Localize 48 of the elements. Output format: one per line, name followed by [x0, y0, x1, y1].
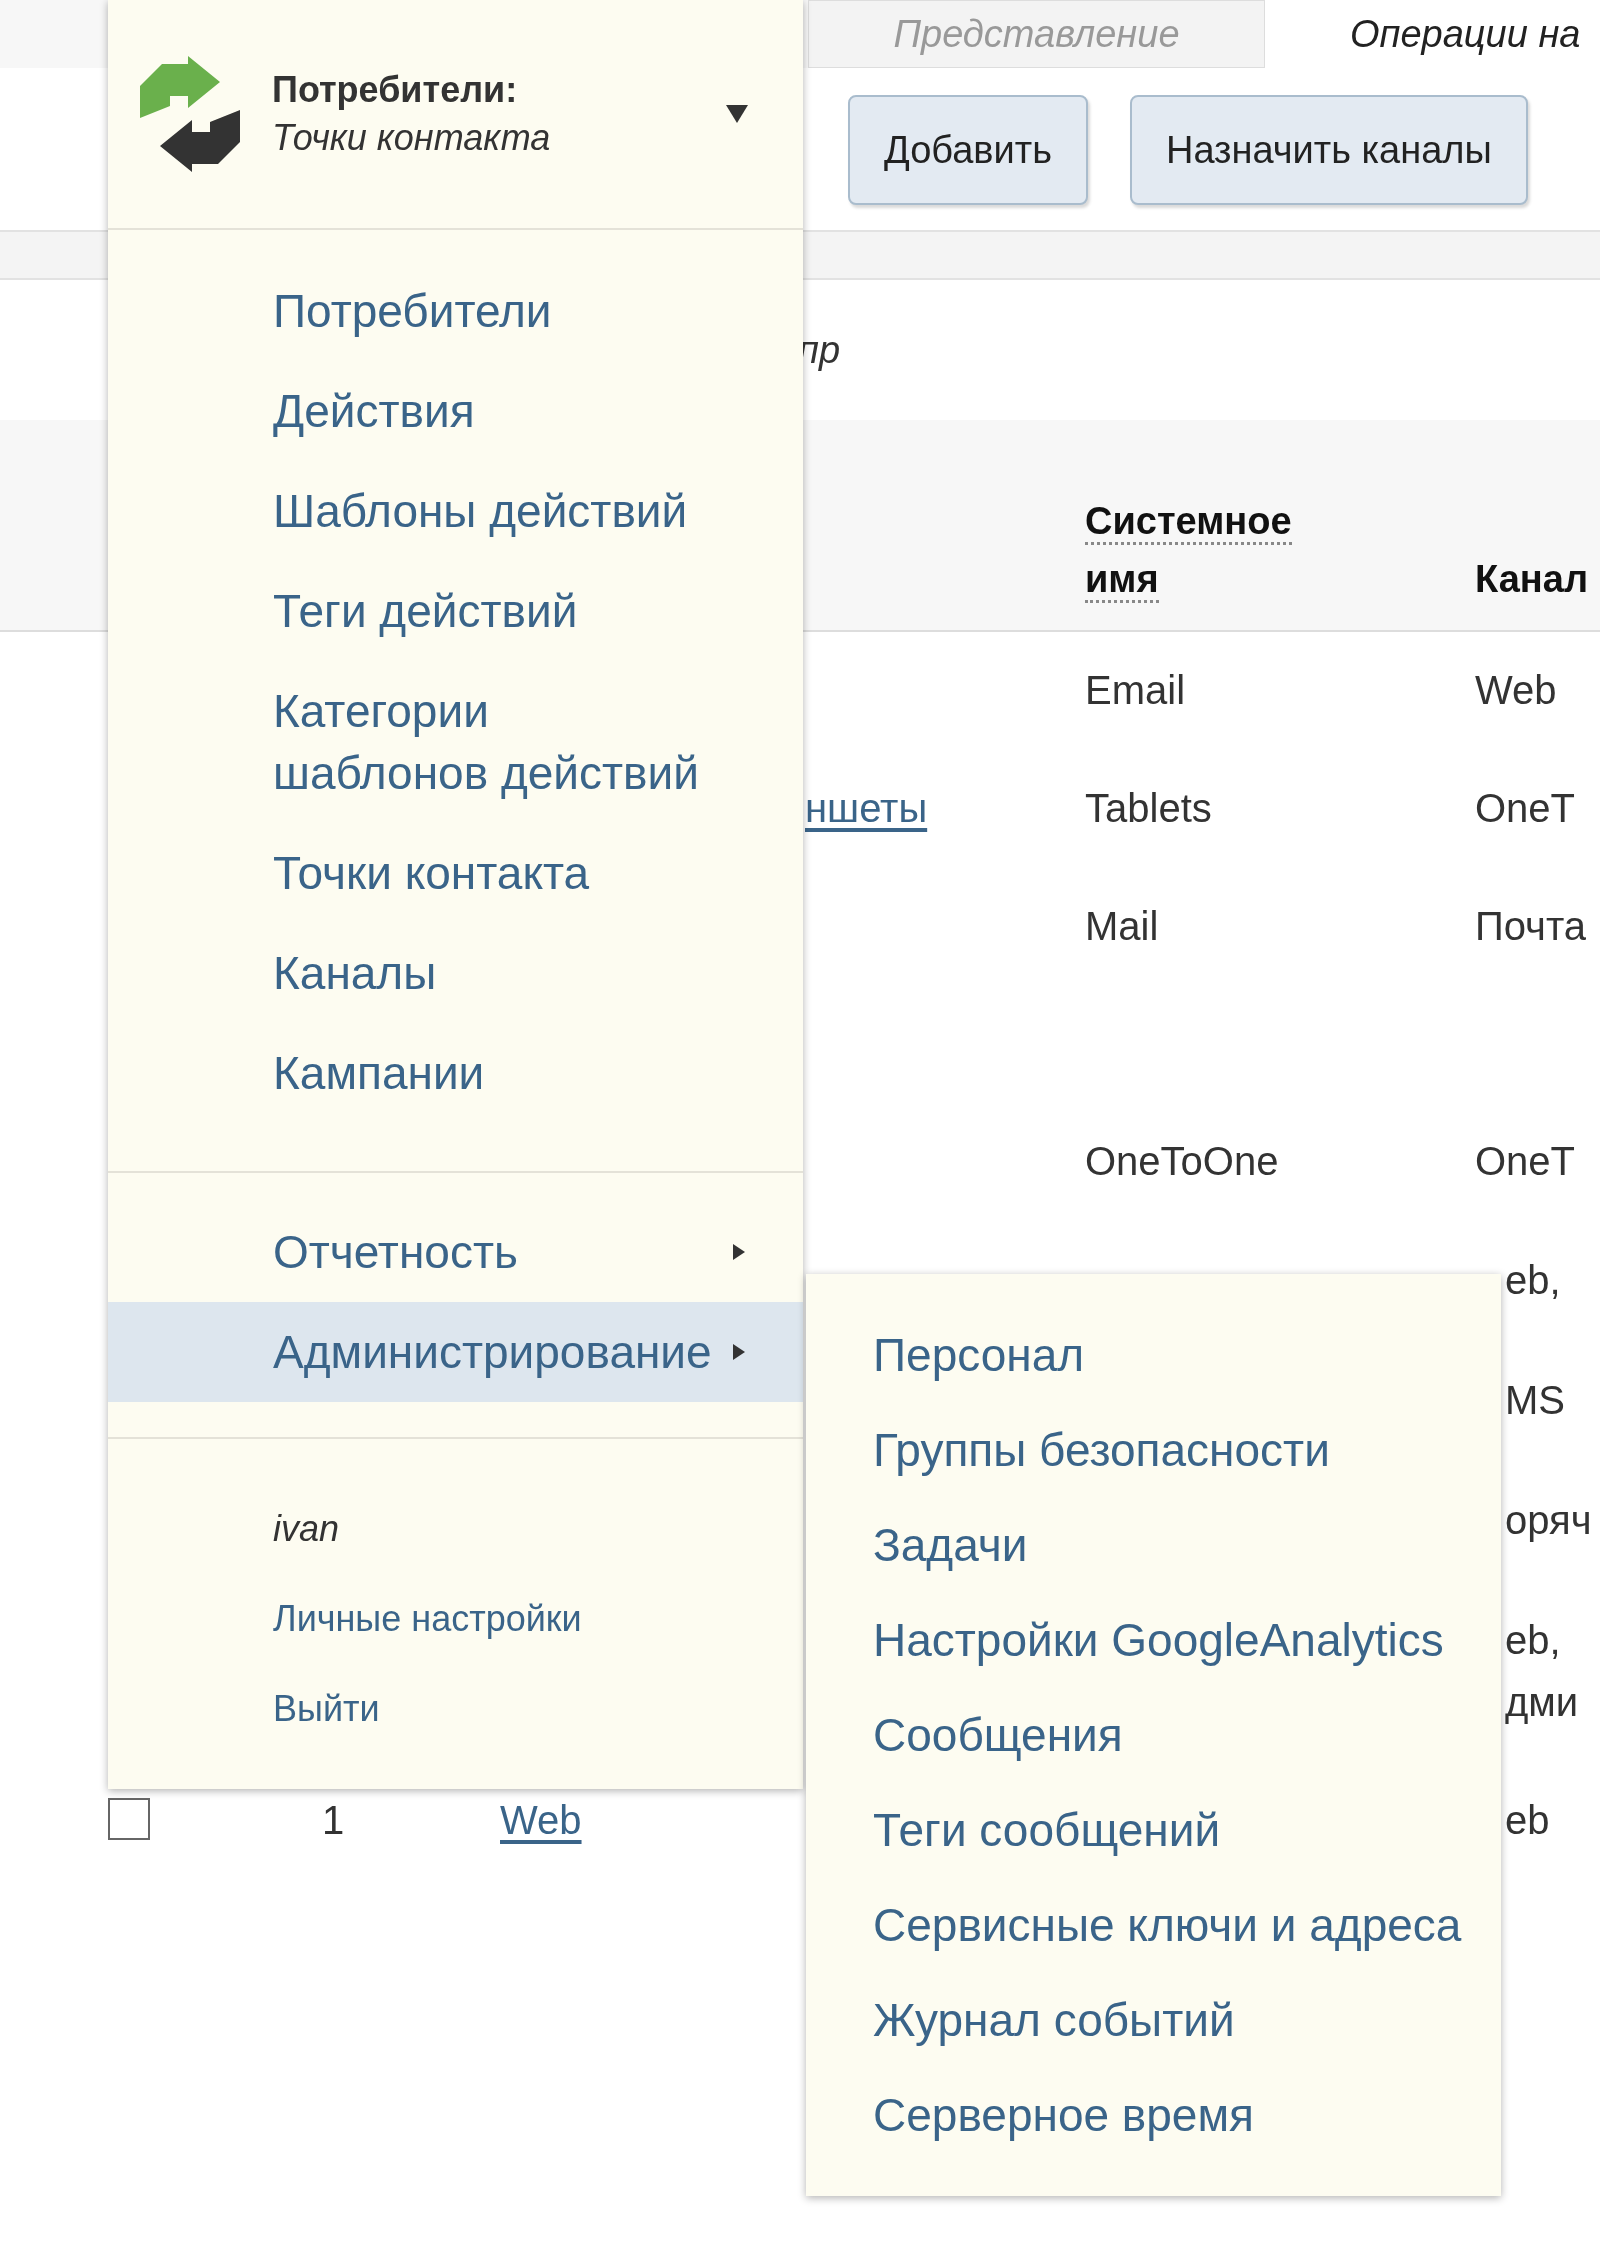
tab[interactable]: Операции на	[1265, 0, 1600, 68]
submenu-item[interactable]: Задачи	[806, 1498, 1501, 1593]
name-link[interactable]: ншеты	[805, 786, 928, 830]
submenu-item[interactable]: Настройки GoogleAnalytics	[806, 1593, 1501, 1688]
menu-section-title: Потребители:	[272, 68, 519, 112]
table-cell: Tablets	[1085, 786, 1212, 830]
submenu-item[interactable]: Теги сообщений	[806, 1783, 1501, 1878]
menu-item[interactable]: Действия	[273, 380, 707, 442]
menu-item[interactable]: Точки контакта	[273, 842, 707, 904]
menu-item[interactable]: Администрирование	[108, 1302, 803, 1402]
table-cell-text: Почта	[1475, 903, 1587, 950]
menu-item[interactable]: Каналы	[273, 942, 707, 1004]
menu-item[interactable]: Отчетность	[108, 1202, 803, 1302]
menu-item[interactable]: Теги действий	[273, 580, 707, 642]
submenu-item[interactable]: Сервисные ключи и адреса	[806, 1878, 1501, 1973]
table-cell: Email	[1085, 668, 1186, 712]
menu-item[interactable]: Потребители	[273, 280, 707, 342]
submenu-item[interactable]: Персонал	[806, 1308, 1501, 1403]
menu-link[interactable]: Выйти	[273, 1664, 803, 1754]
submenu-item[interactable]: Журнал событий	[806, 1973, 1501, 2068]
table-cell-text: eb, дми	[1505, 1617, 1579, 1726]
dropdown-icon[interactable]	[726, 105, 748, 123]
table-cell-text: MS	[1505, 1377, 1565, 1424]
submenu-item[interactable]: Серверное время	[806, 2068, 1501, 2163]
table-cell-text: OneT	[1475, 785, 1576, 832]
menu-item[interactable]: Категории шаблонов действий	[273, 680, 707, 804]
table-cell: Mail	[1085, 904, 1159, 948]
menu-page-title: Точки контакта	[272, 116, 552, 160]
menu-item[interactable]: Шаблоны действий	[273, 480, 707, 542]
toolbar-button[interactable]: Назначить каналы	[1129, 95, 1528, 205]
table-cell-text: OneT	[1475, 1138, 1576, 1185]
table-cell: OneToOne	[1085, 1139, 1279, 1183]
menu-item[interactable]: Кампании	[273, 1042, 707, 1104]
name-link[interactable]: Web	[500, 1798, 582, 1842]
column-header[interactable]: Канал	[1475, 550, 1600, 608]
table-cell-text: Web	[1475, 667, 1557, 714]
user-name: ivan	[273, 1507, 341, 1551]
submenu-item[interactable]: Группы безопасности	[806, 1403, 1501, 1498]
menu-link[interactable]: Личные настройки	[273, 1574, 803, 1664]
table-cell-text: оряч	[1505, 1497, 1592, 1544]
row-number: 1	[322, 1798, 345, 1842]
checkbox[interactable]	[108, 1798, 150, 1840]
toolbar-button[interactable]: Добавить	[848, 95, 1088, 205]
logo-icon	[140, 56, 240, 172]
submenu-item[interactable]: Сообщения	[806, 1688, 1501, 1783]
column-header[interactable]: Системное имя	[1085, 492, 1475, 608]
table-cell-text: eb,	[1505, 1257, 1561, 1304]
table-cell-text: eb	[1505, 1797, 1550, 1844]
